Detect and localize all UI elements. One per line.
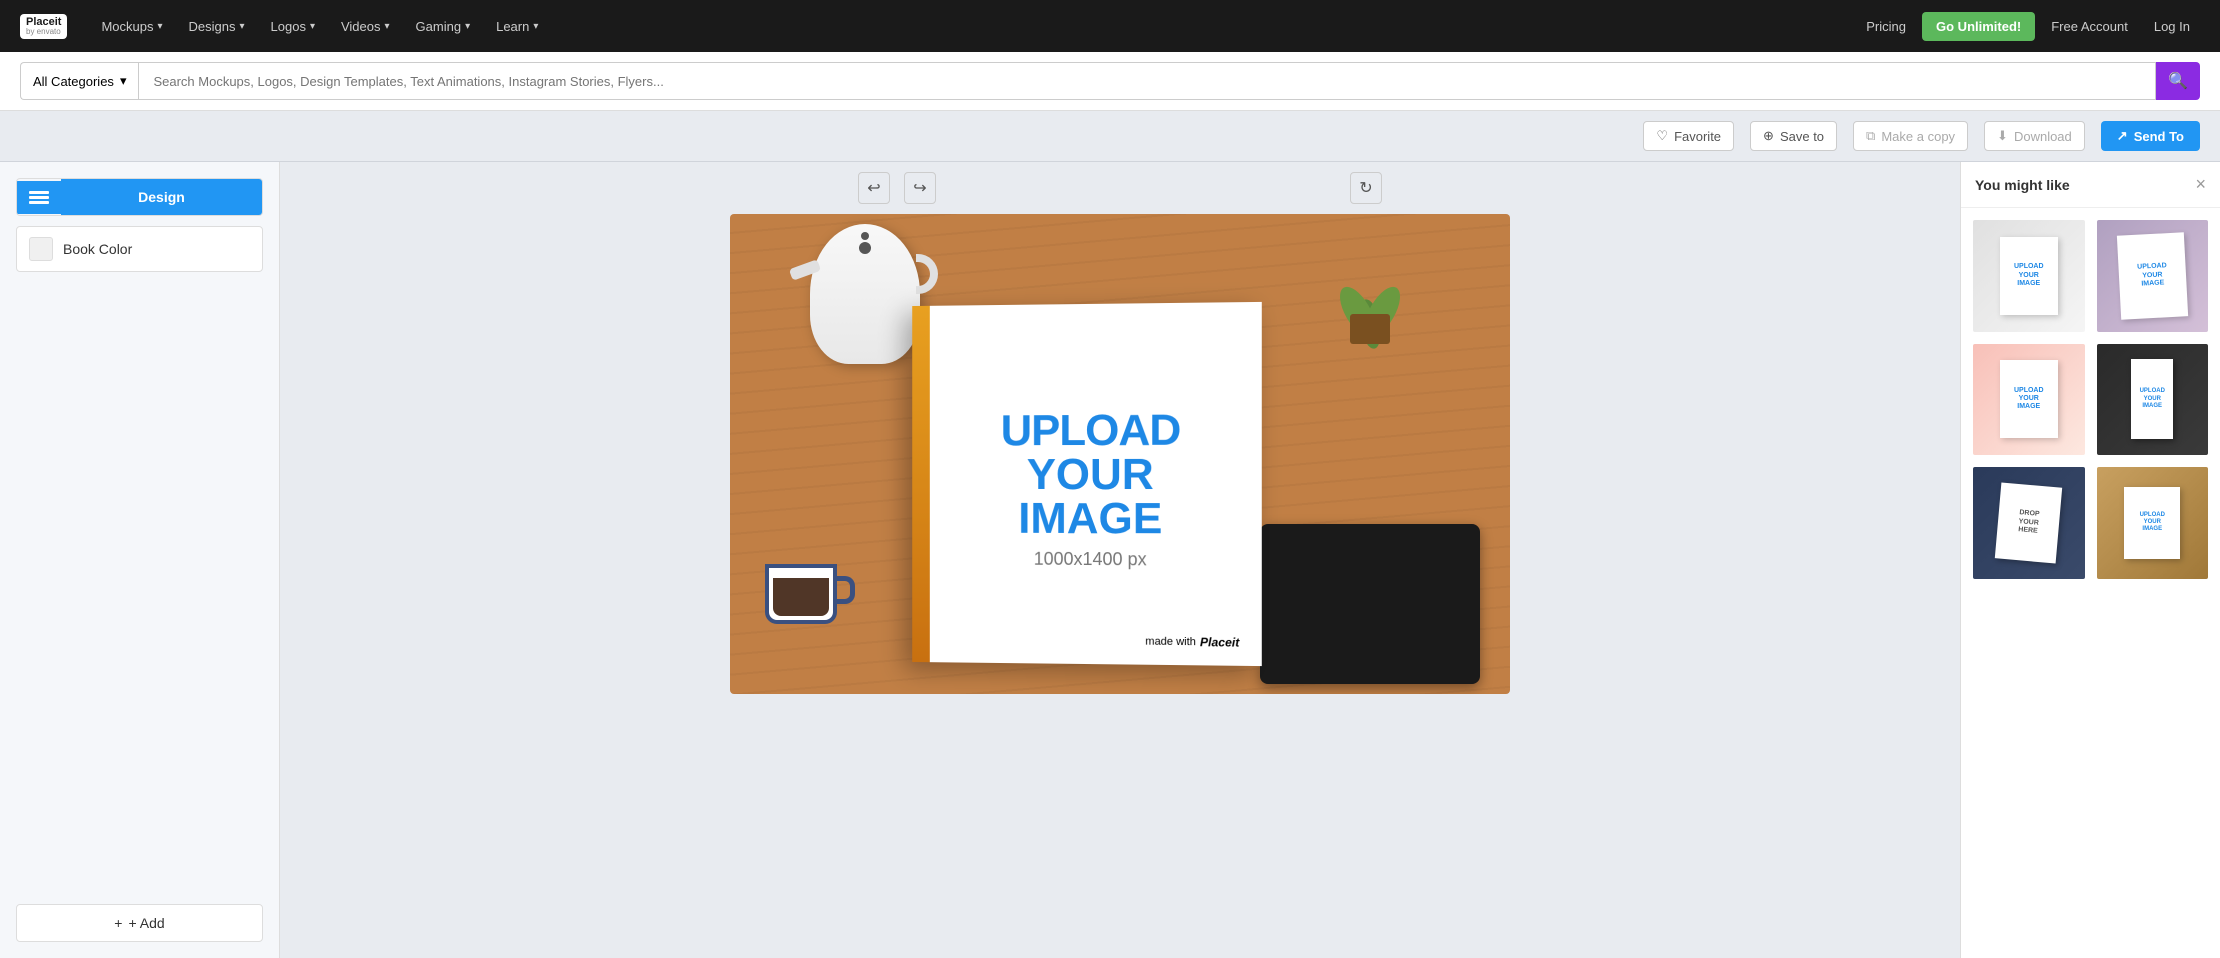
search-bar: All Categories ▾ 🔍 bbox=[0, 52, 2220, 111]
download-button[interactable]: ⬇ Download bbox=[1984, 121, 2085, 151]
nav-designs[interactable]: Designs ▾ bbox=[179, 13, 255, 40]
chevron-down-icon: ▾ bbox=[465, 21, 470, 32]
top-nav: Placeit by envato Mockups ▾ Designs ▾ Lo… bbox=[0, 0, 2220, 52]
chevron-down-icon: ▾ bbox=[158, 21, 163, 32]
go-unlimited-button[interactable]: Go Unlimited! bbox=[1922, 12, 2035, 41]
mockup-dimensions: 1000x1400 px bbox=[1034, 548, 1147, 570]
nav-pricing[interactable]: Pricing bbox=[1856, 13, 1916, 40]
thumbnail-1[interactable]: UPLOADYOURIMAGE bbox=[1971, 218, 2087, 334]
chevron-down-icon: ▾ bbox=[533, 21, 538, 32]
search-input-wrap bbox=[138, 62, 2156, 100]
chevron-down-icon: ▾ bbox=[240, 21, 245, 32]
search-icon: 🔍 bbox=[2168, 71, 2188, 91]
nav-logos[interactable]: Logos ▾ bbox=[261, 13, 325, 40]
color-swatch bbox=[29, 237, 53, 261]
nav-mockups[interactable]: Mockups ▾ bbox=[91, 13, 172, 40]
plus-icon: + bbox=[114, 915, 122, 931]
you-might-like-title: You might like bbox=[1975, 177, 2070, 193]
left-panel: Design Book Color + + Add bbox=[0, 162, 280, 958]
undo-button[interactable]: ↩ bbox=[858, 172, 890, 204]
canvas-image-wrap: UPLOAD YOUR IMAGE 1000x1400 px made with… bbox=[280, 214, 1960, 958]
save-icon: ⊕ bbox=[1763, 128, 1774, 144]
main-content: Design Book Color + + Add ↩ ↪ ↻ bbox=[0, 162, 2220, 958]
mockup-text-line3: IMAGE bbox=[1018, 496, 1162, 540]
chevron-down-icon: ▾ bbox=[310, 21, 315, 32]
send-to-button[interactable]: ↗ Send To bbox=[2101, 121, 2200, 151]
book-element: UPLOAD YOUR IMAGE 1000x1400 px made with… bbox=[912, 302, 1262, 666]
tablet-element bbox=[1260, 524, 1480, 684]
category-dropdown[interactable]: All Categories ▾ bbox=[20, 62, 138, 100]
nav-learn[interactable]: Learn ▾ bbox=[486, 13, 548, 40]
mockup-text-line1: UPLOAD bbox=[1001, 408, 1181, 453]
heart-icon: ♡ bbox=[1656, 128, 1668, 144]
save-to-button[interactable]: ⊕ Save to bbox=[1750, 121, 1837, 151]
make-copy-button[interactable]: ⧉ Make a copy bbox=[1853, 121, 1968, 151]
category-label: All Categories bbox=[33, 74, 114, 89]
thumbnail-5[interactable]: DROPYOURHERE bbox=[1971, 465, 2087, 581]
thumbnail-4[interactable]: UPLOADYOURIMAGE bbox=[2095, 342, 2211, 458]
canvas-toolbar: ↩ ↪ ↻ bbox=[858, 162, 1382, 214]
send-icon: ↗ bbox=[2117, 128, 2128, 144]
close-panel-button[interactable]: × bbox=[2195, 174, 2206, 195]
center-canvas: ↩ ↪ ↻ bbox=[280, 162, 1960, 958]
logo[interactable]: Placeit by envato bbox=[20, 14, 67, 39]
logo-text: Placeit bbox=[26, 17, 61, 28]
search-input[interactable] bbox=[138, 62, 2156, 100]
upload-image-icon bbox=[17, 181, 61, 214]
plant-element bbox=[1320, 229, 1420, 349]
mockup-background: UPLOAD YOUR IMAGE 1000x1400 px made with… bbox=[730, 214, 1510, 694]
nav-gaming[interactable]: Gaming ▾ bbox=[406, 13, 481, 40]
mockup-text-line2: YOUR bbox=[1027, 452, 1154, 496]
chevron-down-icon: ▾ bbox=[385, 21, 390, 32]
thumbnail-6[interactable]: UPLOADYOURIMAGE bbox=[2095, 465, 2211, 581]
refresh-button[interactable]: ↻ bbox=[1350, 172, 1382, 204]
nav-free-account[interactable]: Free Account bbox=[2041, 13, 2138, 40]
thumbnails-grid: UPLOADYOURIMAGE UPLOADYOURIMAGE UPLOADYO… bbox=[1961, 208, 2220, 591]
add-button[interactable]: + + Add bbox=[16, 904, 263, 942]
right-panel-header: You might like × bbox=[1961, 162, 2220, 208]
cup-element bbox=[765, 564, 837, 624]
download-icon: ⬇ bbox=[1997, 128, 2008, 144]
watermark: made with Placeit bbox=[1135, 630, 1249, 653]
nav-login[interactable]: Log In bbox=[2144, 13, 2200, 40]
copy-icon: ⧉ bbox=[1866, 128, 1875, 144]
nav-videos[interactable]: Videos ▾ bbox=[331, 13, 400, 40]
placeit-brand: Placeit bbox=[1200, 635, 1239, 650]
right-panel: You might like × UPLOADYOURIMAGE UPLOADY… bbox=[1960, 162, 2220, 958]
book-color-button[interactable]: Book Color bbox=[16, 226, 263, 272]
design-label: Design bbox=[61, 179, 262, 215]
teapot-element bbox=[810, 224, 920, 364]
design-button[interactable]: Design bbox=[16, 178, 263, 216]
thumbnail-2[interactable]: UPLOADYOURIMAGE bbox=[2095, 218, 2211, 334]
action-bar: ♡ Favorite ⊕ Save to ⧉ Make a copy ⬇ Dow… bbox=[0, 111, 2220, 162]
search-button[interactable]: 🔍 bbox=[2156, 62, 2200, 100]
book-color-label: Book Color bbox=[63, 241, 132, 257]
logo-sub: by envato bbox=[26, 28, 61, 36]
made-with-text: made with bbox=[1145, 636, 1196, 649]
thumbnail-3[interactable]: UPLOADYOURIMAGE bbox=[1971, 342, 2087, 458]
favorite-button[interactable]: ♡ Favorite bbox=[1643, 121, 1734, 151]
chevron-down-icon: ▾ bbox=[120, 73, 127, 89]
redo-button[interactable]: ↪ bbox=[904, 172, 936, 204]
